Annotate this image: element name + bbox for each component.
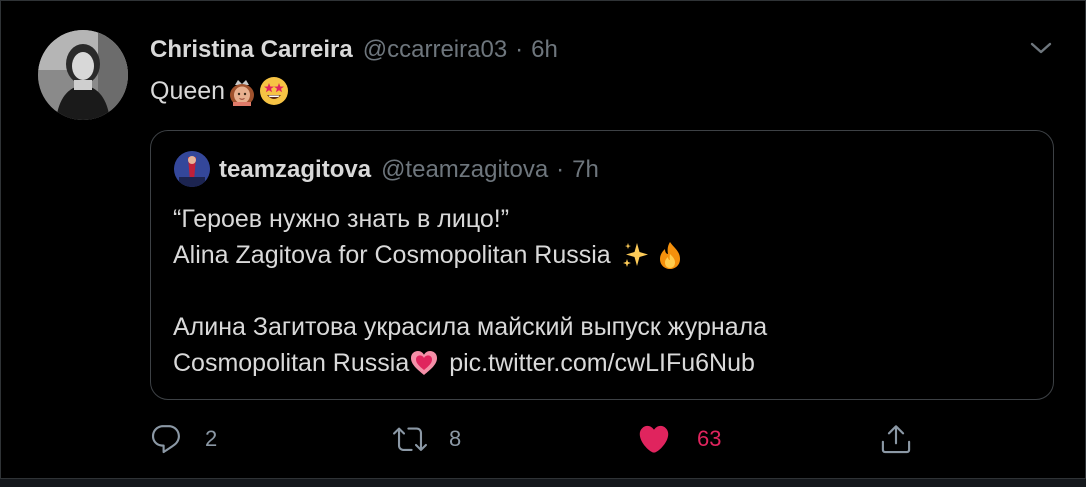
reply-icon bbox=[151, 425, 180, 454]
chevron-down-icon[interactable] bbox=[1027, 37, 1055, 59]
quoted-tweet-body: “Героев нужно знать в лицо!” Alina Zagit… bbox=[173, 201, 1033, 381]
retweet-icon bbox=[393, 427, 427, 451]
sparkles-emoji bbox=[621, 240, 651, 270]
separator-dot: · bbox=[556, 156, 565, 183]
quoted-text-line-4: Cosmopolitan Russia bbox=[173, 349, 410, 377]
quoted-tweet-header: teamzagitova @teamzagitova · 7h bbox=[219, 153, 599, 187]
quoted-text-line-3: Алина Загитова украсила майский выпуск ж… bbox=[173, 313, 768, 341]
quoted-line: “Героев нужно знать в лицо!” bbox=[173, 201, 1033, 237]
author-avatar[interactable] bbox=[38, 30, 128, 120]
reply-button[interactable]: 2 bbox=[149, 421, 217, 457]
tweet-text: Queen bbox=[150, 76, 289, 106]
like-count: 63 bbox=[697, 426, 722, 451]
quoted-text-line-2: Alina Zagitova for Cosmopolitan Russia bbox=[173, 241, 611, 269]
tweet-text-content: Queen bbox=[150, 76, 226, 105]
reply-count: 2 bbox=[205, 426, 218, 451]
quoted-tweet-timestamp[interactable]: 7h bbox=[572, 156, 599, 184]
tweet-header: Christina Carreira @ccarreira03 · 6h bbox=[150, 34, 558, 66]
quoted-author-avatar[interactable] bbox=[174, 151, 210, 187]
tweet-card[interactable]: Christina Carreira @ccarreira03 · 6h Que… bbox=[0, 0, 1086, 486]
quoted-tweet[interactable]: teamzagitova @teamzagitova · 7h “Героев … bbox=[150, 130, 1054, 400]
separator-dot: · bbox=[515, 36, 524, 63]
tweet-timestamp[interactable]: 6h bbox=[531, 36, 558, 64]
retweet-button[interactable]: 8 bbox=[393, 421, 461, 457]
quoted-line: Alina Zagitova for Cosmopolitan Russia bbox=[173, 237, 1033, 273]
princess-emoji bbox=[227, 76, 257, 106]
like-button[interactable]: 63 bbox=[637, 421, 721, 457]
quoted-text-line-1: “Героев нужно знать в лицо!” bbox=[173, 205, 510, 233]
heart-emoji bbox=[409, 348, 439, 378]
tweet-actions: 2 8 63 bbox=[149, 421, 929, 457]
author-handle[interactable]: @ccarreira03 bbox=[363, 36, 507, 64]
fire-emoji bbox=[655, 240, 685, 270]
share-button[interactable] bbox=[879, 421, 913, 457]
share-icon bbox=[881, 425, 911, 454]
star-struck-emoji bbox=[259, 76, 289, 106]
author-name[interactable]: Christina Carreira bbox=[150, 36, 353, 64]
quoted-line: Cosmopolitan Russia pic.twitter.com/cwLI… bbox=[173, 345, 1033, 381]
heart-icon bbox=[639, 425, 669, 453]
quoted-author-handle[interactable]: @teamzagitova bbox=[381, 156, 548, 184]
media-link[interactable]: pic.twitter.com/cwLIFu6Nub bbox=[449, 345, 755, 381]
quoted-line: Алина Загитова украсила майский выпуск ж… bbox=[173, 309, 1033, 345]
retweet-count: 8 bbox=[449, 426, 462, 451]
quoted-author-name[interactable]: teamzagitova bbox=[219, 156, 371, 184]
